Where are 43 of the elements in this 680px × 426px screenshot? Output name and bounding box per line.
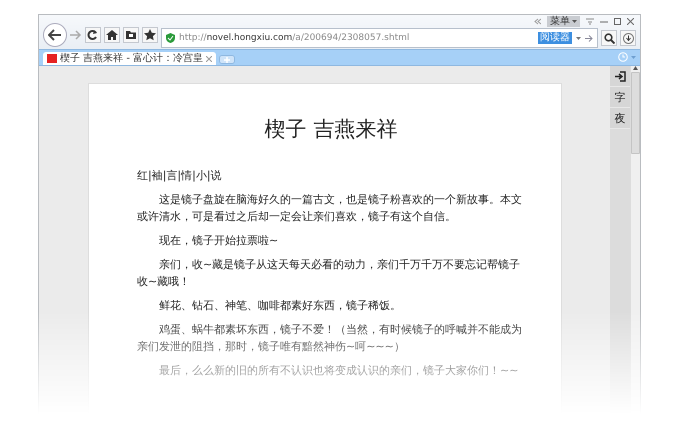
- chapter-title: 楔子 吉燕来祥: [264, 116, 398, 142]
- scrollbar-thumb[interactable]: [631, 72, 640, 154]
- caret-icon: [572, 20, 577, 23]
- refresh-button[interactable]: [85, 27, 101, 43]
- star-icon: [144, 29, 156, 41]
- reader-tool-button[interactable]: 字: [610, 87, 630, 108]
- refresh-icon: [87, 29, 99, 41]
- folder-button[interactable]: [123, 27, 139, 43]
- site-logo-icon: [47, 54, 57, 63]
- back-arrow-icon: [48, 29, 62, 41]
- paragraph: 亲们，收~藏是镜子从这天每天必看的动力，亲们千万千万不要忘记帮镜子收~藏哦！: [137, 257, 522, 290]
- reader-tool-button[interactable]: 夜: [610, 108, 630, 129]
- tab-title: 楔子 吉燕来祥 - 富心计：冷宫皇: [60, 52, 204, 64]
- paragraph: 最后，么么新的旧的所有不认识也将变成认识的亲们，镜子大家你们！~~: [158, 363, 520, 379]
- go-arrow-icon[interactable]: [585, 34, 593, 42]
- download-button[interactable]: [620, 30, 636, 46]
- address-field[interactable]: http://novel.hongxiu.com/a/200694/2308057.shtml 阅读器: [161, 28, 598, 48]
- paragraph: 这是镜子盘旋在脑海好久的一篇古文，也是镜子粉喜欢的一个新故事。本文或许清水，可是看过之后却一定会让亲们喜欢，镜子有这个自信。: [137, 192, 523, 225]
- maximize-icon[interactable]: [614, 18, 621, 25]
- shield-icon: [166, 33, 175, 43]
- bookmark-button[interactable]: [142, 27, 158, 43]
- url-text: http://novel.hongxiu.com/a/200694/2308057.shtml: [179, 33, 410, 43]
- close-icon[interactable]: [627, 18, 634, 25]
- exit-reader-button[interactable]: [610, 66, 630, 87]
- download-icon: [622, 32, 634, 44]
- exit-icon: [614, 70, 626, 82]
- paragraph: 鸡蛋、蜗牛都素坏东西，镜子不爱！（当然，有时候镜子的呼喊并不能成为亲们发泄的阻挡，那时，镜子唯有黯然神伤~呵~~~）: [137, 322, 523, 355]
- folder-icon: [125, 29, 137, 41]
- menu-button[interactable]: 菜单: [547, 16, 580, 27]
- home-icon: [106, 29, 118, 41]
- browser-tab[interactable]: 楔子 吉燕来祥 - 富心计：冷宫皇: [43, 52, 216, 65]
- search-icon: [604, 32, 614, 44]
- paragraph: 现在，镜子开始拉票啦~: [158, 233, 280, 249]
- back-button[interactable]: [43, 23, 67, 47]
- plus-icon: [224, 56, 230, 62]
- forward-arrow-icon: [70, 30, 82, 40]
- dropdown-caret-icon[interactable]: [576, 36, 581, 40]
- collapse-icon[interactable]: [534, 18, 541, 25]
- category-text: 红|袖|言|情|小|说: [137, 168, 223, 184]
- home-button[interactable]: [104, 27, 120, 43]
- tab-close-icon[interactable]: [206, 56, 212, 62]
- paragraph: 鲜花、钻石、神笔、咖啡都素好东西，镜子稀饭。: [158, 298, 402, 314]
- search-button[interactable]: [601, 30, 617, 46]
